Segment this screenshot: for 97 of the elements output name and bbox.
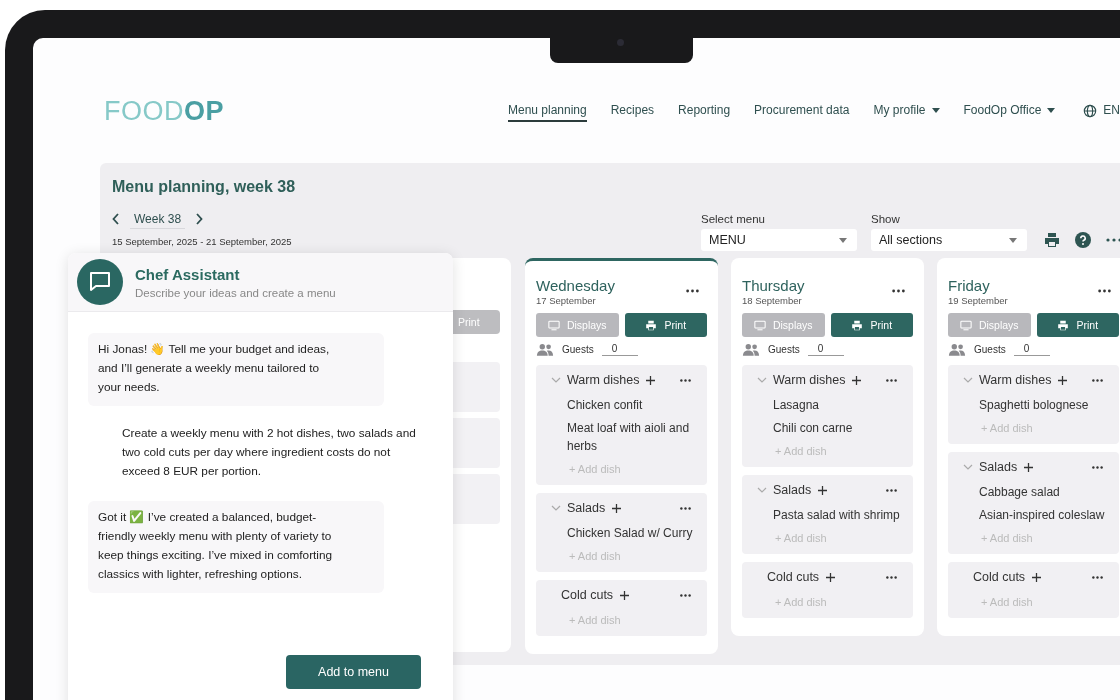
section-box: [453, 362, 500, 412]
print-icon: [645, 319, 658, 331]
guests-field[interactable]: 0: [601, 342, 638, 356]
day-name: Thursday: [742, 276, 805, 295]
day-date: 17 September: [536, 294, 597, 306]
day-name: Friday: [948, 276, 991, 295]
next-icon[interactable]: [195, 213, 204, 225]
monitor-icon: [753, 319, 766, 331]
more-icon[interactable]: [686, 289, 699, 293]
nav-link[interactable]: Reporting: [678, 100, 731, 122]
more-icon[interactable]: [892, 289, 905, 293]
assistant-message: Hi Jonas! 👋 Tell me your budget and ideas, and I’ll generate a weekly menu tailored to your needs.: [88, 333, 384, 406]
language-link[interactable]: EN: [1103, 100, 1120, 122]
day-name: Wednesday: [536, 276, 615, 295]
more-icon[interactable]: [1092, 575, 1103, 579]
section-title: Warm dishes: [773, 373, 846, 387]
nav-dropdown[interactable]: FoodOp Office: [963, 100, 1056, 122]
people-icon: [536, 342, 554, 356]
more-icon[interactable]: [886, 575, 897, 579]
more-icon[interactable]: [1098, 289, 1111, 293]
print-icon[interactable]: [1044, 232, 1060, 248]
people-icon: [948, 342, 966, 356]
plus-icon[interactable]: [620, 590, 630, 600]
print-button[interactable]: Print: [1036, 313, 1119, 337]
plus-icon[interactable]: [1032, 572, 1042, 582]
chat-subtitle: Describe your ideas and create a menu: [135, 286, 336, 299]
plus-icon[interactable]: [818, 485, 828, 495]
section-title: Warm dishes: [567, 373, 640, 387]
select-label: Select menu: [701, 213, 766, 225]
date-range: 15 September, 2025 - 21 September, 2025: [112, 236, 293, 247]
section-title: Cold cuts: [767, 570, 820, 584]
section-box: [453, 418, 500, 468]
more-icon[interactable]: [1106, 238, 1120, 242]
section-box: [453, 474, 500, 524]
section-title: Salads: [773, 483, 812, 497]
more-icon[interactable]: [886, 488, 897, 492]
more-icon[interactable]: [680, 506, 691, 510]
plus-icon[interactable]: [1058, 375, 1068, 385]
chat-title: Chef Assistant: [135, 265, 241, 283]
plus-icon[interactable]: [826, 572, 836, 582]
section-title: Cold cuts: [973, 570, 1026, 584]
dish-item[interactable]: Chicken confit: [536, 396, 697, 414]
guests-label: Guests: [974, 343, 1006, 355]
caret-icon: [931, 107, 940, 113]
dish-item[interactable]: Cabbage salad: [948, 483, 1109, 501]
caret-icon: [839, 238, 847, 243]
help-icon[interactable]: [1075, 232, 1091, 248]
section-title: Cold cuts: [561, 588, 614, 602]
more-icon[interactable]: [886, 378, 897, 382]
section-title: Salads: [979, 460, 1018, 474]
nav-link[interactable]: Procurement data: [754, 100, 850, 122]
user-message: Create a weekly menu with 2 hot dishes, two salads and two cold cuts per day where ingredient costs do not exceed 8 EUR per portion.: [121, 425, 417, 480]
select-dropdown[interactable]: MENU: [701, 229, 857, 251]
dish-item[interactable]: Chicken Salad w/ Curry: [536, 524, 697, 542]
page-title: Menu planning, week 38: [112, 177, 296, 197]
assistant-message: Got it ✅ I’ve created a balanced, budget-friendly weekly menu with plenty of variety to keep things exciting. I’ve mixed in comforting classics with lighter, refreshing options.: [88, 501, 384, 593]
caret-icon: [1047, 107, 1056, 113]
dish-item[interactable]: Lasagna: [742, 396, 903, 414]
nav-dropdown[interactable]: My profile: [873, 100, 940, 122]
globe-icon[interactable]: [1083, 104, 1098, 118]
guests-label: Guests: [562, 343, 594, 355]
select-dropdown[interactable]: All sections: [871, 229, 1027, 251]
day-date: 19 September: [948, 294, 1008, 306]
print-icon: [1057, 319, 1070, 331]
dish-item[interactable]: Chili con carne: [742, 419, 903, 437]
plus-icon[interactable]: [1024, 462, 1034, 472]
previous-icon[interactable]: [112, 213, 120, 225]
section-title: Warm dishes: [979, 373, 1052, 387]
plus-icon[interactable]: [852, 375, 862, 385]
plus-icon[interactable]: [612, 503, 622, 513]
guests-field[interactable]: 0: [1013, 342, 1050, 356]
dish-item[interactable]: Pasta salad with shrimp: [742, 506, 903, 524]
caret-icon: [1009, 238, 1017, 243]
week-label[interactable]: Week 38: [130, 209, 186, 229]
print-button[interactable]: Print: [830, 313, 913, 337]
more-icon[interactable]: [680, 378, 691, 382]
more-icon[interactable]: [1092, 465, 1103, 469]
dish-item[interactable]: Meat loaf with aioli and herbs: [536, 419, 697, 455]
section-title: Salads: [567, 501, 606, 515]
print-icon: [851, 319, 864, 331]
add-to-menu-button[interactable]: Add to menu: [286, 655, 421, 689]
more-icon[interactable]: [1092, 378, 1103, 382]
chat-bubble-icon: [77, 259, 123, 305]
more-icon[interactable]: [680, 593, 691, 597]
plus-icon[interactable]: [646, 375, 656, 385]
nav-link[interactable]: Menu planning: [507, 100, 587, 122]
guests-label: Guests: [768, 343, 800, 355]
dish-item[interactable]: Asian-inspired coleslaw: [948, 506, 1109, 524]
monitor-icon: [547, 319, 560, 331]
monitor-icon: [959, 319, 972, 331]
people-icon: [742, 342, 760, 356]
day-date: 18 September: [742, 294, 803, 306]
guests-field[interactable]: 0: [807, 342, 844, 356]
print-button[interactable]: Print: [624, 313, 707, 337]
select-label: Show: [871, 213, 901, 225]
dish-item[interactable]: Spaghetti bolognese: [948, 396, 1109, 414]
nav-link[interactable]: Recipes: [610, 100, 655, 122]
